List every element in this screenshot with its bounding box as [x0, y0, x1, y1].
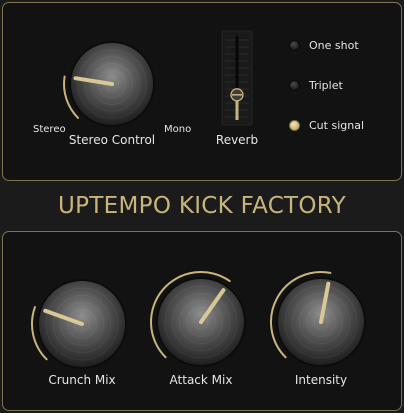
attack-mix-knob[interactable] — [148, 269, 254, 375]
triplet-label: Triplet — [309, 79, 343, 92]
cut-signal-toggle[interactable]: Cut signal — [289, 118, 369, 138]
stereo-control-label: Stereo Control — [68, 133, 156, 147]
stereo-max-label: Mono — [164, 124, 192, 135]
cut-signal-label: Cut signal — [309, 119, 364, 132]
triplet-toggle[interactable]: Triplet — [289, 78, 369, 98]
intensity-label: Intensity — [294, 373, 348, 387]
one-shot-label: One shot — [309, 39, 359, 52]
one-shot-toggle[interactable]: One shot — [289, 38, 369, 58]
intensity-knob[interactable] — [268, 269, 374, 375]
attack-mix-label: Attack Mix — [169, 373, 233, 387]
reverb-label: Reverb — [215, 133, 259, 147]
reverb-fader[interactable] — [221, 30, 253, 126]
plugin-title: UPTEMPO KICK FACTORY — [58, 193, 346, 219]
triplet-led — [289, 80, 300, 91]
crunch-mix-label: Crunch Mix — [48, 373, 116, 387]
one-shot-led — [289, 40, 300, 51]
crunch-mix-knob[interactable] — [29, 271, 135, 377]
stereo-control-knob[interactable] — [60, 32, 164, 136]
cut-signal-led — [289, 120, 300, 131]
